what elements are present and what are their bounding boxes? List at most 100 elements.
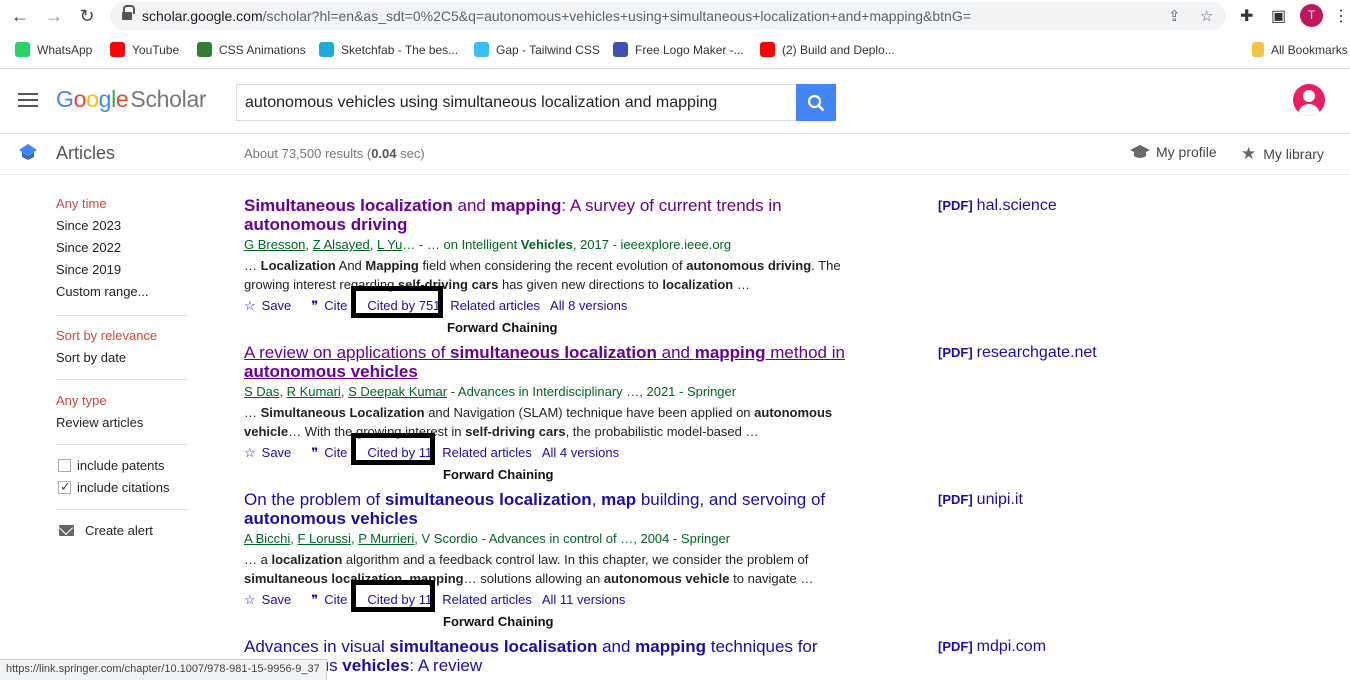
sidebar-option[interactable]: Review articles <box>56 415 143 430</box>
text-fragment: , <box>591 490 602 509</box>
bookmark-favicon-icon <box>15 42 30 57</box>
text-fragment: - Advances in Interdisciplinary …, 2021 … <box>447 384 737 399</box>
save-button[interactable]: ☆ Save <box>244 445 301 460</box>
pdf-link[interactable]: [PDF] researchgate.net <box>938 344 1097 362</box>
author-link[interactable]: S Deepak Kumar <box>348 384 447 399</box>
result-snippet: … a localization algorithm and a feedbac… <box>244 550 854 588</box>
author-link[interactable]: F Lorussi <box>297 531 350 546</box>
result-title-link[interactable]: A review on applications of simultaneous… <box>244 343 864 381</box>
text-fragment: method in <box>765 343 845 362</box>
text-fragment: , <box>279 384 287 399</box>
sidebar-option[interactable]: Custom range... <box>56 284 149 299</box>
sidebar-option[interactable]: Sort by date <box>56 350 126 365</box>
bookmark-item[interactable]: WhatsApp <box>15 42 92 57</box>
bookmark-item[interactable]: YouTube <box>110 42 179 57</box>
my-library-link[interactable]: ★ My library <box>1241 144 1324 164</box>
sidebar-active-option[interactable]: Any type <box>56 393 107 408</box>
search-icon <box>807 94 825 112</box>
logo-letter: o <box>86 86 99 112</box>
all-bookmarks[interactable]: All Bookmarks <box>1252 42 1348 57</box>
address-bar[interactable]: scholar.google.com/scholar?hl=en&as_sdt=… <box>110 2 1226 30</box>
include-patents-checkbox[interactable] <box>58 459 71 472</box>
text-fragment: … a <box>244 552 272 567</box>
author-link[interactable]: A Bicchi <box>244 531 290 546</box>
text-fragment: … solutions allowing an <box>463 571 604 586</box>
create-alert-link[interactable]: Create alert <box>85 523 153 538</box>
related-articles-link[interactable]: Related articles <box>442 445 532 460</box>
author-link[interactable]: R Kumari <box>287 384 341 399</box>
author-link[interactable]: S Das <box>244 384 279 399</box>
text-fragment: autonomous vehicles <box>244 362 418 381</box>
versions-link[interactable]: All 11 versions <box>542 592 626 607</box>
search-input[interactable] <box>237 85 796 120</box>
related-articles-link[interactable]: Related articles <box>442 592 532 607</box>
result-title-link[interactable]: On the problem of simultaneous localizat… <box>244 490 864 528</box>
author-link[interactable]: Z Alsayed <box>313 237 370 252</box>
google-scholar-logo[interactable]: GoogleScholar <box>56 86 207 113</box>
bookmarks-bar: All Bookmarks WhatsApp YouTube CSS Animati… <box>0 36 1350 64</box>
annotation-label: Forward Chaining <box>443 467 554 482</box>
sidebar-active-option[interactable]: Sort by relevance <box>56 328 157 343</box>
save-label: Save <box>261 445 292 460</box>
sidebar-option[interactable]: Since 2022 <box>56 240 121 255</box>
versions-link[interactable]: All 4 versions <box>542 445 619 460</box>
result-snippet: … Simultaneous Localization and Navigati… <box>244 403 854 441</box>
author-link[interactable]: P Murrieri <box>358 531 414 546</box>
sidebar-option[interactable]: Since 2019 <box>56 262 121 277</box>
bookmark-item[interactable]: Free Logo Maker -... <box>613 42 744 57</box>
forward-arrow-icon[interactable]: → <box>44 6 64 26</box>
bookmark-label: YouTube <box>132 43 180 57</box>
result-title-link[interactable]: Advances in visual simultaneous localisa… <box>244 637 864 675</box>
text-fragment: and <box>656 343 695 362</box>
text-fragment: and <box>452 196 491 215</box>
star-icon: ★ <box>1241 144 1257 163</box>
back-arrow-icon[interactable]: ← <box>10 6 30 26</box>
my-profile-link[interactable]: My profile <box>1130 144 1217 160</box>
bookmark-item[interactable]: Sketchfab - The bes... <box>319 42 458 57</box>
result-actions: ☆ Save ❞ Cite Cited by 11 Related articles All… <box>244 445 629 461</box>
text-fragment: simultaneous localisation <box>389 637 598 656</box>
pdf-link[interactable]: [PDF] unipi.it <box>938 491 1023 509</box>
search-button[interactable] <box>796 84 836 121</box>
bookmark-item[interactable]: CSS Animations <box>197 42 306 57</box>
menu-kebab-icon[interactable]: ⋮ <box>1333 6 1349 26</box>
include-patents-label[interactable]: include patents <box>77 458 164 473</box>
sidebar-option[interactable]: Since 2023 <box>56 218 121 233</box>
bookmark-label: WhatsApp <box>37 43 93 57</box>
related-articles-link[interactable]: Related articles <box>450 298 540 313</box>
pdf-tag: [PDF] <box>938 492 973 507</box>
annotation-highlight-box <box>351 286 443 318</box>
include-citations-label[interactable]: include citations <box>77 480 170 495</box>
text-fragment: map <box>601 490 637 509</box>
share-icon[interactable]: ⇪ <box>1168 7 1181 25</box>
text-fragment: Simultaneous localization <box>244 196 453 215</box>
logo-letter: e <box>115 86 129 112</box>
bookmark-item[interactable]: (2) Build and Deplo... <box>760 42 895 57</box>
hamburger-menu-icon[interactable] <box>18 93 38 107</box>
pdf-source: hal.science <box>976 197 1057 214</box>
pdf-link[interactable]: [PDF] mdpi.com <box>938 638 1046 656</box>
extensions-icon[interactable]: ✚ <box>1240 6 1253 26</box>
text-fragment: field when considering the recent evolut… <box>418 258 687 273</box>
browser-profile-avatar[interactable]: T <box>1300 4 1323 27</box>
text-fragment: algorithm and a feedback control law. In… <box>342 552 809 567</box>
pdf-source: researchgate.net <box>976 344 1097 361</box>
save-button[interactable]: ☆ Save <box>244 592 301 607</box>
author-link[interactable]: G Bresson <box>244 237 305 252</box>
envelope-icon <box>59 525 74 536</box>
text-fragment: Advances in visual <box>244 637 390 656</box>
include-citations-checkbox[interactable] <box>58 479 71 495</box>
pdf-link[interactable]: [PDF] hal.science <box>938 197 1057 215</box>
reload-icon[interactable]: ↻ <box>77 6 97 26</box>
bookmark-star-icon[interactable]: ☆ <box>1200 7 1213 25</box>
author-link[interactable]: L Yu <box>377 237 402 252</box>
result-authors: G Bresson, Z Alsayed, L Yu… - … on Intel… <box>244 237 731 252</box>
result-title-link[interactable]: Simultaneous localization and mapping: A… <box>244 196 864 234</box>
bookmark-favicon-icon <box>474 42 489 57</box>
bookmark-item[interactable]: Gap - Tailwind CSS <box>474 42 600 57</box>
side-panel-icon[interactable]: ▣ <box>1271 6 1286 26</box>
save-button[interactable]: ☆ Save <box>244 298 301 313</box>
account-avatar[interactable] <box>1293 84 1325 116</box>
sidebar-active-option[interactable]: Any time <box>56 196 107 211</box>
versions-link[interactable]: All 8 versions <box>550 298 627 313</box>
